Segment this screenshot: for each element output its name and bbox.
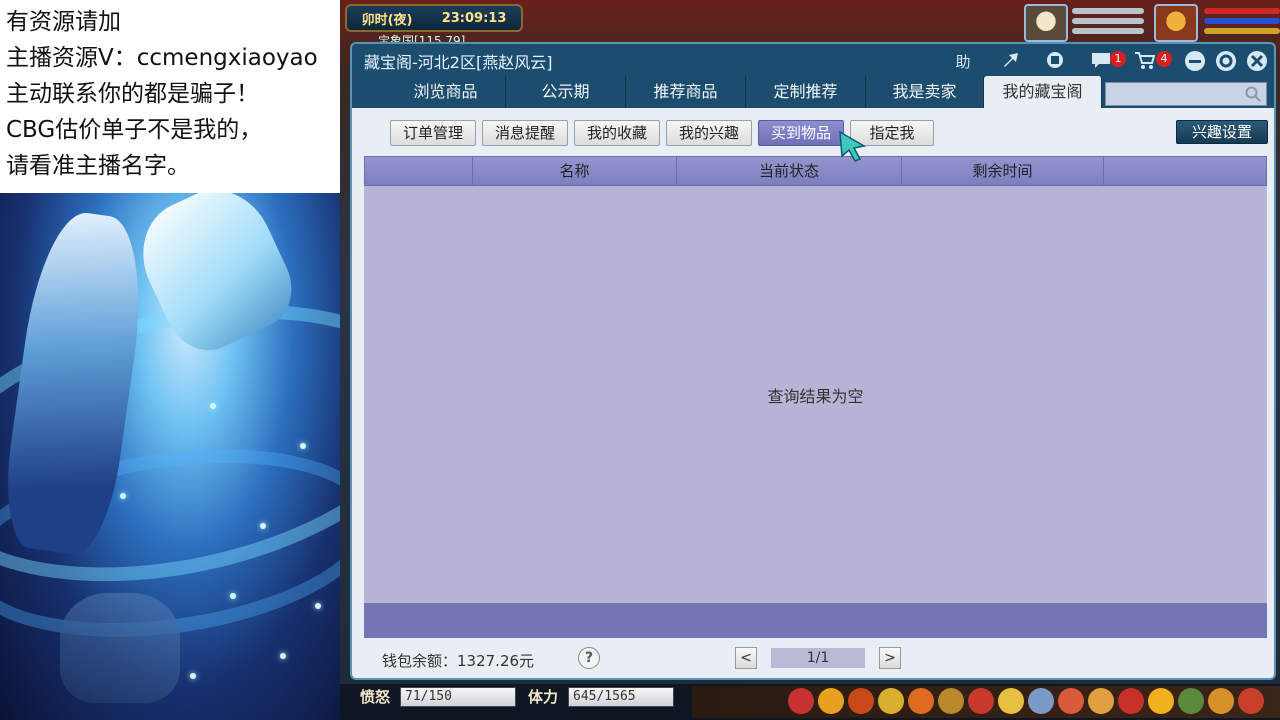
wallet-balance: 钱包余额：1327.26元 — [382, 652, 535, 670]
hotbar-slot[interactable] — [1238, 688, 1264, 714]
overlay-line: CBG估价单子不是我的， — [6, 117, 263, 143]
hotbar-slot[interactable] — [998, 688, 1024, 714]
tab-recommended[interactable]: 推荐商品 — [626, 76, 746, 108]
cart-badge: 4 — [1156, 51, 1172, 67]
hotbar-slot[interactable] — [848, 688, 874, 714]
art-star — [280, 653, 286, 659]
anger-label: 愤怒 — [360, 688, 391, 706]
column-header-blank — [365, 157, 473, 185]
pet-portrait[interactable] — [1024, 4, 1068, 42]
hotbar-slot[interactable] — [818, 688, 844, 714]
player-hp-bar — [1204, 8, 1280, 14]
search-icon[interactable] — [1245, 86, 1261, 102]
column-header-remaining[interactable]: 剩余时间 — [902, 157, 1104, 185]
art-star — [210, 403, 216, 409]
art-star — [300, 443, 306, 449]
art-star — [190, 673, 196, 679]
player-mp-bar — [1204, 18, 1280, 24]
record-icon[interactable] — [1042, 50, 1068, 74]
search-input[interactable] — [1105, 82, 1267, 106]
hotbar-slot[interactable] — [1178, 688, 1204, 714]
close-icon[interactable] — [1244, 50, 1270, 74]
help-icon[interactable]: 助 — [950, 50, 976, 74]
column-header-status[interactable]: 当前状态 — [677, 157, 902, 185]
tab-public[interactable]: 公示期 — [506, 76, 626, 108]
player-anger-bar — [1204, 28, 1280, 34]
hotbar-slot[interactable] — [1208, 688, 1234, 714]
hotbar-slot[interactable] — [1088, 688, 1114, 714]
empty-result-message: 查询结果为空 — [767, 387, 864, 406]
window-title: 藏宝阁-河北2区[燕赵风云] — [364, 53, 553, 72]
art-figure — [60, 593, 180, 703]
player-portrait[interactable] — [1154, 4, 1198, 42]
cart-icon[interactable] — [1132, 50, 1158, 74]
table-footer — [364, 603, 1267, 638]
subtab-purchased[interactable]: 买到物品 — [758, 120, 844, 146]
overlay-notes: 有资源请加 主播资源V：ccmengxiaoyao 主动联系你的都是骗子！ CB… — [0, 0, 340, 193]
time-clock: 23:09:13 — [441, 10, 507, 26]
hotbar-slot[interactable] — [968, 688, 994, 714]
overlay-line: 请看准主播名字。 — [6, 153, 190, 179]
message-badge: 1 — [1110, 51, 1126, 67]
help-icon[interactable]: ? — [578, 647, 600, 669]
hotbar-slot[interactable] — [1028, 688, 1054, 714]
subtab-interests[interactable]: 我的兴趣 — [666, 120, 752, 146]
art-star — [315, 603, 321, 609]
pet-mp-bar — [1072, 18, 1144, 24]
overlay-line: 有资源请加 — [6, 9, 121, 35]
art-star — [230, 593, 236, 599]
overlay-line: 主动联系你的都是骗子！ — [6, 81, 259, 107]
subtab-orders[interactable]: 订单管理 — [390, 120, 476, 146]
subtab-favorites[interactable]: 我的收藏 — [574, 120, 660, 146]
art-star — [120, 493, 126, 499]
pet-exp-bar — [1072, 28, 1144, 34]
stream-artwork — [0, 193, 340, 720]
overlay-line: 主播资源V：ccmengxiaoyao — [6, 45, 318, 71]
pet-hp-bar — [1072, 8, 1144, 14]
art-star — [260, 523, 266, 529]
hotbar-slot[interactable] — [878, 688, 904, 714]
tab-seller[interactable]: 我是卖家 — [866, 76, 984, 108]
column-header-name[interactable]: 名称 — [473, 157, 677, 185]
hotbar-slot[interactable] — [1148, 688, 1174, 714]
anger-value: 71/150 — [400, 687, 516, 707]
settings-icon[interactable] — [1213, 50, 1239, 74]
tab-my-cbg[interactable]: 我的藏宝阁 — [984, 76, 1102, 108]
prev-page-button[interactable]: < — [735, 647, 757, 669]
hotbar-slot[interactable] — [908, 688, 934, 714]
hotbar — [692, 686, 1280, 718]
tab-browse[interactable]: 浏览商品 — [386, 76, 506, 108]
hotbar-slot[interactable] — [938, 688, 964, 714]
page-indicator: 1/1 — [771, 648, 865, 668]
hotbar-slot[interactable] — [788, 688, 814, 714]
share-icon[interactable] — [998, 50, 1024, 74]
table-header: 名称 当前状态 剩余时间 — [364, 156, 1267, 186]
game-clock: 卯时(夜) 23:09:13 — [345, 4, 523, 32]
main-tabs: 浏览商品 公示期 推荐商品 定制推荐 我是卖家 我的藏宝阁 — [386, 76, 1104, 108]
tab-custom[interactable]: 定制推荐 — [746, 76, 866, 108]
stamina-value: 645/1565 — [568, 687, 674, 707]
party-portraits — [1022, 2, 1280, 42]
hotbar-slot[interactable] — [1058, 688, 1084, 714]
cursor-icon — [839, 130, 867, 162]
interest-settings-button[interactable]: 兴趣设置 — [1176, 120, 1268, 144]
next-page-button[interactable]: > — [879, 647, 901, 669]
time-period: 卯时(夜) — [361, 12, 413, 28]
hotbar-slot[interactable] — [1118, 688, 1144, 714]
minimize-icon[interactable] — [1182, 50, 1208, 74]
stamina-label: 体力 — [528, 688, 559, 706]
subtab-notifications[interactable]: 消息提醒 — [482, 120, 568, 146]
